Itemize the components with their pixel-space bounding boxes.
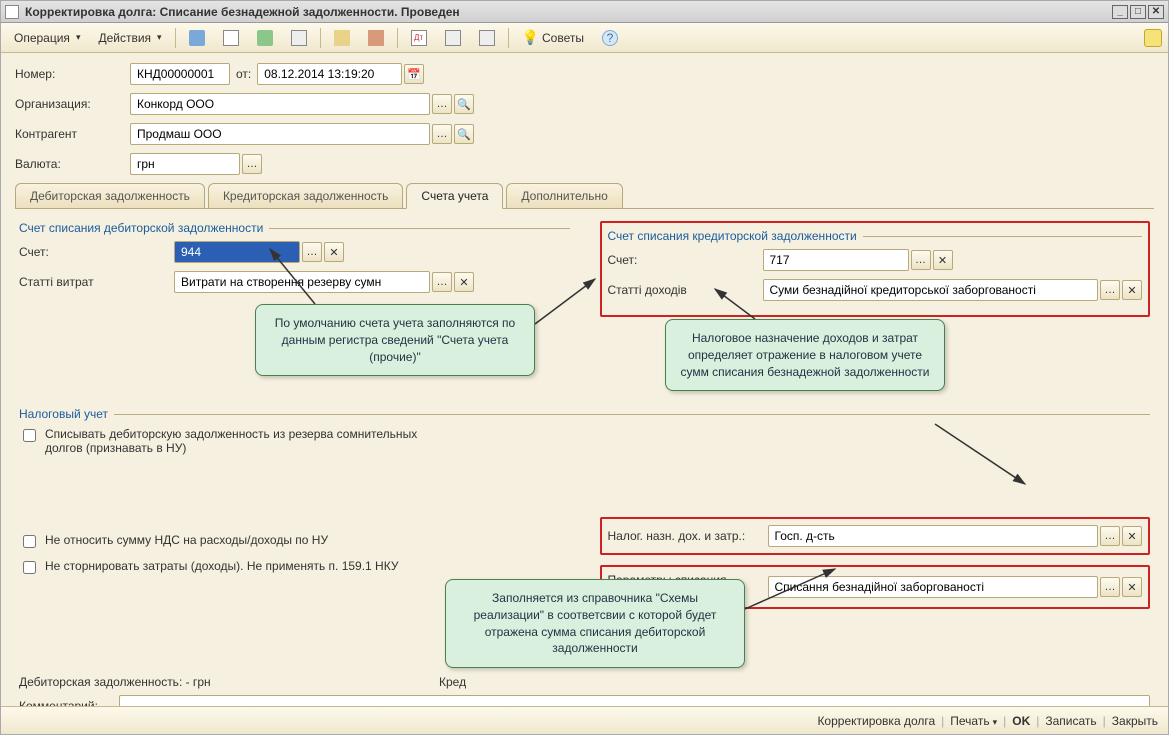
footer: Корректировка долга | Печать | OK | Запи… [1, 706, 1168, 734]
help-button[interactable]: ? [595, 26, 625, 50]
callout-1: По умолчанию счета учета заполняются по … [255, 304, 535, 376]
currency-ellipsis-button[interactable]: … [242, 154, 262, 174]
tax-assign-input[interactable] [768, 525, 1099, 547]
footer-ok[interactable]: OK [1012, 714, 1030, 728]
debit-account-input[interactable] [174, 241, 300, 263]
tax-assign-frame: Налог. назн. дох. и затр.: … ✕ [600, 517, 1151, 555]
tax-assign-label: Налог. назн. дох. и затр.: [608, 529, 768, 543]
tab-accounts[interactable]: Счета учета [406, 183, 503, 209]
from-label: от: [236, 67, 251, 81]
currency-label: Валюта: [15, 157, 130, 171]
contr-search-icon[interactable]: 🔍 [454, 124, 474, 144]
currency-input[interactable] [130, 153, 240, 175]
minimize-button[interactable]: _ [1112, 5, 1128, 19]
tb-icon-2[interactable] [216, 26, 246, 50]
org-search-icon[interactable]: 🔍 [454, 94, 474, 114]
window-title: Корректировка долга: Списание безнадежно… [25, 5, 1112, 19]
tb-icon-3[interactable] [250, 26, 280, 50]
debit-expense-label: Статті витрат [19, 275, 174, 289]
footer-main[interactable]: Корректировка долга [817, 714, 935, 728]
credit-income-input[interactable] [763, 279, 1099, 301]
debit-account-clear[interactable]: ✕ [324, 242, 344, 262]
tax-section-title: Налоговый учет [19, 407, 1150, 421]
org-label: Организация: [15, 97, 130, 111]
debit-expense-ellipsis[interactable]: … [432, 272, 452, 292]
contr-ellipsis-button[interactable]: … [432, 124, 452, 144]
credit-income-label: Статті доходів [608, 283, 763, 297]
tab-additional[interactable]: Дополнительно [506, 183, 622, 208]
tax-assign-clear[interactable]: ✕ [1122, 526, 1142, 546]
tips-button[interactable]: 💡 Советы [515, 25, 591, 50]
corner-tip-icon[interactable] [1144, 29, 1162, 47]
credit-account-ellipsis[interactable]: … [911, 250, 931, 270]
credit-account-label: Счет: [608, 253, 763, 267]
credit-income-clear[interactable]: ✕ [1122, 280, 1142, 300]
callout-2: Налоговое назначение доходов и затрат оп… [665, 319, 945, 391]
footer-close[interactable]: Закрыть [1112, 714, 1158, 728]
debit-account-ellipsis[interactable]: … [302, 242, 322, 262]
date-input[interactable] [257, 63, 402, 85]
credit-income-ellipsis[interactable]: … [1100, 280, 1120, 300]
tb-icon-6[interactable] [361, 26, 391, 50]
number-label: Номер: [15, 67, 130, 81]
window-icon [5, 5, 19, 19]
tb-icon-8[interactable] [438, 26, 468, 50]
org-input[interactable] [130, 93, 430, 115]
tab-body: Счет списания дебиторской задолженности … [15, 209, 1154, 706]
tb-icon-5[interactable] [327, 26, 357, 50]
operation-menu[interactable]: Операция [7, 27, 87, 49]
tax-cb3-label: Не сторнировать затраты (доходы). Не при… [45, 559, 398, 573]
debit-section-title: Счет списания дебиторской задолженности [19, 221, 570, 235]
tb-icon-1[interactable] [182, 26, 212, 50]
tb-icon-9[interactable] [472, 26, 502, 50]
tax-params-clear[interactable]: ✕ [1122, 577, 1142, 597]
tax-cb1[interactable] [23, 429, 36, 442]
app-window: Корректировка долга: Списание безнадежно… [0, 0, 1169, 735]
credit-account-clear[interactable]: ✕ [933, 250, 953, 270]
credit-account-input[interactable] [763, 249, 909, 271]
credit-section-title: Счет списания кредиторской задолженности [608, 229, 1143, 243]
comment-input[interactable] [119, 695, 1150, 706]
tax-cb2-label: Не относить сумму НДС на расходы/доходы … [45, 533, 328, 547]
tb-icon-7[interactable]: Дт [404, 26, 434, 50]
content-area: Номер: от: 📅 Организация: … 🔍 Контрагент… [1, 53, 1168, 706]
tax-cb2[interactable] [23, 535, 36, 548]
credit-status: Кред [439, 675, 466, 689]
titlebar: Корректировка долга: Списание безнадежно… [1, 1, 1168, 23]
debit-expense-input[interactable] [174, 271, 430, 293]
contr-input[interactable] [130, 123, 430, 145]
tax-params-ellipsis[interactable]: … [1100, 577, 1120, 597]
number-input[interactable] [130, 63, 230, 85]
actions-menu[interactable]: Действия [91, 27, 168, 49]
footer-print[interactable]: Печать [950, 714, 997, 728]
calendar-icon[interactable]: 📅 [404, 64, 424, 84]
tax-cb1-label: Списывать дебиторскую задолженность из р… [45, 427, 425, 455]
tax-cb3[interactable] [23, 561, 36, 574]
contr-label: Контрагент [15, 127, 130, 141]
debit-account-label: Счет: [19, 245, 174, 259]
debit-expense-clear[interactable]: ✕ [454, 272, 474, 292]
comment-label: Комментарий: [19, 699, 119, 706]
tb-icon-4[interactable] [284, 26, 314, 50]
lightbulb-icon: 💡 [522, 29, 539, 46]
toolbar: Операция Действия Дт 💡 Советы ? [1, 23, 1168, 53]
footer-save[interactable]: Записать [1045, 714, 1096, 728]
tax-params-input[interactable] [768, 576, 1099, 598]
tax-assign-ellipsis[interactable]: … [1100, 526, 1120, 546]
tab-credit[interactable]: Кредиторская задолженность [208, 183, 403, 208]
maximize-button[interactable]: □ [1130, 5, 1146, 19]
callout-3: Заполняется из справочника "Схемы реализ… [445, 579, 745, 668]
org-ellipsis-button[interactable]: … [432, 94, 452, 114]
tab-debit[interactable]: Дебиторская задолженность [15, 183, 205, 208]
close-button[interactable]: ✕ [1148, 5, 1164, 19]
debit-status: Дебиторская задолженность: - грн [19, 675, 439, 689]
tabs: Дебиторская задолженность Кредиторская з… [15, 183, 1154, 209]
credit-red-frame: Счет списания кредиторской задолженности… [600, 221, 1151, 317]
